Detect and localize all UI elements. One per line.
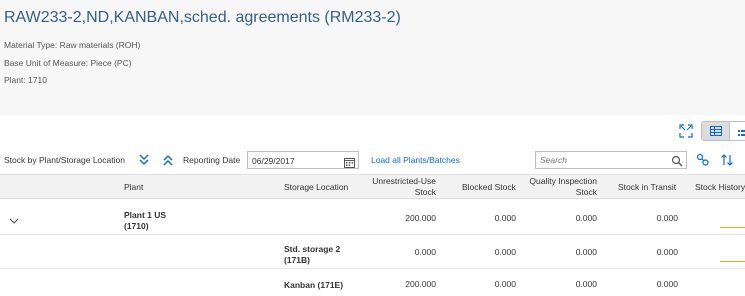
expand-all-button[interactable] [136, 152, 152, 168]
double-chevron-down-icon [139, 154, 149, 166]
column-header-stock-history[interactable]: Stock History [695, 182, 745, 192]
search-icon[interactable] [671, 154, 683, 172]
storage-location-cell: Std. storage 2 (171B) [284, 244, 340, 266]
table-row[interactable]: Kanban (171E) 200.000 0.000 0.000 0.000 [0, 269, 745, 296]
column-header-unrestricted-line2: Stock [414, 187, 436, 197]
unrestricted-stock-cell: 0.000 [414, 247, 436, 257]
blocked-stock-cell: 0.000 [494, 279, 516, 289]
stock-history-sparkline [720, 227, 745, 228]
reporting-date-value: 06/29/2017 [252, 156, 295, 166]
grid-view-button[interactable] [702, 122, 730, 140]
table-title: Stock by Plant/Storage Location [4, 155, 125, 165]
table-row[interactable]: Plant 1 US (1710) 200.000 0.000 0.000 0.… [0, 199, 745, 235]
collapse-all-button[interactable] [160, 152, 176, 168]
view-switch [701, 121, 745, 141]
list-view-icon [738, 130, 745, 136]
view-bar [0, 116, 745, 146]
stock-in-transit-cell: 0.000 [656, 247, 678, 257]
column-header-plant[interactable]: Plant [124, 182, 143, 192]
column-header-quality-line1: Quality Inspection [529, 176, 597, 186]
reporting-date-label: Reporting Date [183, 155, 241, 165]
column-header-quality-line2: Stock [575, 187, 597, 197]
blocked-stock-cell: 0.000 [494, 247, 516, 257]
column-header-quality-inspection[interactable]: Quality Inspection Stock [497, 176, 597, 198]
table-toolbar: Stock by Plant/Storage Location Reportin… [0, 146, 745, 174]
plant-code: (1710) [124, 221, 149, 231]
blocked-stock-cell: 0.000 [494, 213, 516, 223]
quality-inspection-cell: 0.000 [575, 279, 597, 289]
load-all-plants-link[interactable]: Load all Plants/Batches [371, 155, 460, 165]
storage-location-name: Kanban (171E) [284, 280, 344, 290]
material-type-attribute: Material Type: Raw materials (ROH) [4, 40, 141, 50]
table-header: Plant Storage Location Unrestricted-Use … [0, 174, 745, 199]
stock-in-transit-cell: 0.000 [656, 279, 678, 289]
object-header: RAW233-2,ND,KANBAN,sched. agreements (RM… [0, 0, 745, 115]
search-input[interactable] [536, 152, 670, 168]
stock-in-transit-cell: 0.000 [656, 213, 678, 223]
grid-view-icon [710, 126, 722, 136]
reporting-date-field[interactable]: 06/29/2017 [247, 151, 359, 169]
quality-inspection-cell: 0.000 [575, 247, 597, 257]
double-chevron-up-icon [163, 154, 173, 166]
column-header-unrestricted-line1: Unrestricted-Use [372, 176, 436, 186]
sort-icon[interactable] [720, 153, 734, 172]
column-header-unrestricted-stock[interactable]: Unrestricted-Use Stock [336, 176, 436, 198]
plant-name: Plant 1 US [124, 210, 167, 220]
storage-location-code: (171B) [284, 255, 310, 265]
plant-attribute: Plant: 1710 [4, 75, 48, 85]
list-view-button[interactable] [738, 126, 745, 140]
table-settings-icon[interactable] [696, 153, 710, 172]
calendar-icon[interactable] [344, 155, 355, 173]
stock-history-sparkline [720, 261, 745, 262]
table-row[interactable]: Std. storage 2 (171B) 0.000 0.000 0.000 … [0, 235, 745, 269]
base-unit-attribute: Base Unit of Measure: Piece (PC) [4, 58, 132, 68]
chevron-down-icon[interactable] [9, 212, 19, 230]
storage-location-name: Std. storage 2 [284, 244, 341, 254]
quality-inspection-cell: 0.000 [575, 213, 597, 223]
plant-cell: Plant 1 US (1710) [124, 210, 166, 232]
search-field [535, 151, 687, 169]
unrestricted-stock-cell: 200.000 [405, 279, 436, 289]
page-title: RAW233-2,ND,KANBAN,sched. agreements (RM… [4, 9, 401, 26]
column-header-stock-in-transit[interactable]: Stock in Transit [618, 182, 676, 192]
fullscreen-icon[interactable] [679, 124, 693, 138]
unrestricted-stock-cell: 200.000 [405, 213, 436, 223]
